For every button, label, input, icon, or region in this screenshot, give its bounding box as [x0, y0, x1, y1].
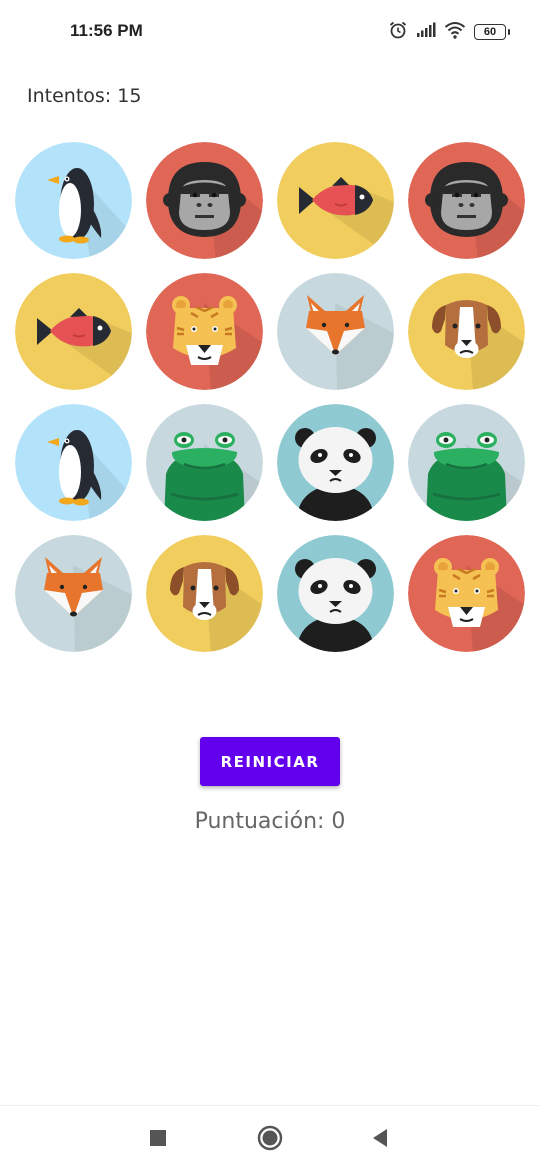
- recents-square-icon: [150, 1130, 166, 1146]
- card-frog[interactable]: [408, 404, 525, 521]
- attempts-counter: Intentos: 15: [27, 85, 142, 107]
- card-panda[interactable]: [277, 404, 394, 521]
- card-tiger[interactable]: [146, 273, 263, 390]
- status-icons: 60: [388, 20, 510, 44]
- card-gorilla[interactable]: [146, 142, 263, 259]
- back-triangle-icon: [373, 1129, 387, 1147]
- dog-icon: [146, 535, 263, 652]
- alarm-icon: [388, 20, 408, 44]
- recents-button[interactable]: [128, 1106, 188, 1170]
- wifi-icon: [444, 21, 466, 43]
- tiger-icon: [408, 535, 525, 652]
- score-label: Puntuación: 0: [194, 809, 346, 834]
- status-time: 11:56 PM: [70, 21, 143, 40]
- panda-icon: [277, 404, 394, 521]
- card-gorilla[interactable]: [408, 142, 525, 259]
- card-tiger[interactable]: [408, 535, 525, 652]
- gorilla-icon: [408, 142, 525, 259]
- card-fish[interactable]: [15, 273, 132, 390]
- signal-icon: [416, 22, 436, 42]
- status-bar: 11:56 PM 60: [0, 0, 540, 62]
- penguin-icon: [15, 404, 132, 521]
- penguin-icon: [15, 142, 132, 259]
- battery-icon: 60: [474, 24, 510, 40]
- tiger-icon: [146, 273, 263, 390]
- home-circle-icon: [257, 1125, 283, 1151]
- card-penguin[interactable]: [15, 404, 132, 521]
- card-panda[interactable]: [277, 535, 394, 652]
- card-frog[interactable]: [146, 404, 263, 521]
- card-fox[interactable]: [277, 273, 394, 390]
- frog-icon: [146, 404, 263, 521]
- gorilla-icon: [146, 142, 263, 259]
- card-dog[interactable]: [408, 273, 525, 390]
- panda-icon: [277, 535, 394, 652]
- home-button[interactable]: [240, 1106, 300, 1170]
- navigation-bar: [0, 1105, 540, 1170]
- fox-icon: [15, 535, 132, 652]
- card-penguin[interactable]: [15, 142, 132, 259]
- fish-icon: [277, 142, 394, 259]
- back-button[interactable]: [350, 1106, 410, 1170]
- fox-icon: [277, 273, 394, 390]
- fish-icon: [15, 273, 132, 390]
- card-grid: [15, 142, 525, 652]
- card-dog[interactable]: [146, 535, 263, 652]
- card-fish[interactable]: [277, 142, 394, 259]
- dog-icon: [408, 273, 525, 390]
- frog-icon: [408, 404, 525, 521]
- reset-button[interactable]: REINICIAR: [200, 737, 340, 786]
- card-fox[interactable]: [15, 535, 132, 652]
